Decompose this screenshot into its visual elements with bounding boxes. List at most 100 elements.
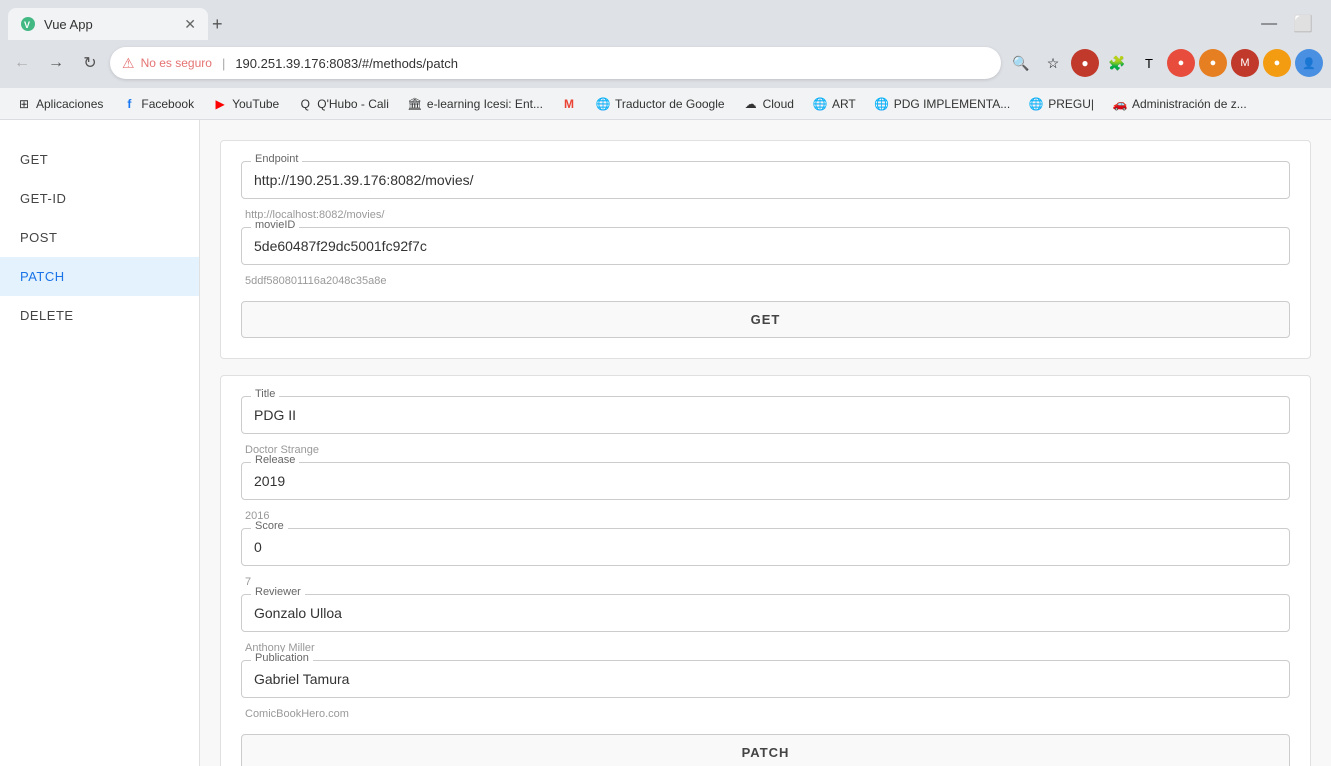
active-tab[interactable]: V Vue App ✕ — [8, 8, 208, 40]
title-label: Title — [251, 388, 279, 400]
bookmark-art-label: ART — [832, 97, 856, 111]
title-field-group: Title — [241, 396, 1290, 434]
release-label: Release — [251, 454, 299, 466]
search-icon[interactable]: 🔍 — [1007, 49, 1035, 77]
movie-fields-card: Title Doctor Strange Release 2016 Score … — [220, 375, 1311, 766]
app-body: GET GET-ID POST PATCH DELETE Endpoint ht… — [0, 120, 1331, 766]
extension-icon-3[interactable]: T — [1135, 49, 1163, 77]
profile-icon[interactable]: 👤 — [1295, 49, 1323, 77]
tab-bar: V Vue App ✕ + — ⬜ — [0, 0, 1331, 40]
bookmarks-bar: ⊞ Aplicaciones f Facebook ▶ YouTube Q Q'… — [0, 88, 1331, 120]
url-separator: | — [222, 56, 225, 71]
bookmark-facebook[interactable]: f Facebook — [113, 94, 202, 114]
bookmark-youtube[interactable]: ▶ YouTube — [204, 94, 287, 114]
bookmark-elearning-label: e-learning Icesi: Ent... — [427, 97, 543, 111]
extension-icon-5[interactable]: ● — [1199, 49, 1227, 77]
bookmark-pdg[interactable]: 🌐 PDG IMPLEMENTA... — [866, 94, 1018, 114]
forward-button[interactable]: → — [42, 49, 70, 77]
score-label: Score — [251, 520, 288, 532]
elearning-icon: 🏛 — [407, 96, 423, 112]
security-warning-icon: ⚠ — [122, 55, 135, 72]
cloud-icon: ☁ — [743, 96, 759, 112]
youtube-icon: ▶ — [212, 96, 228, 112]
reload-button[interactable]: ↻ — [76, 49, 104, 77]
facebook-icon: f — [121, 96, 137, 112]
art-icon: 🌐 — [812, 96, 828, 112]
endpoint-hint: http://localhost:8082/movies/ — [241, 207, 1290, 227]
maximize-button[interactable]: ⬜ — [1287, 12, 1319, 36]
endpoint-input[interactable] — [241, 161, 1290, 199]
score-input[interactable] — [241, 528, 1290, 566]
browser-toolbar-icons: 🔍 ☆ ● 🧩 T ● ● M ● 👤 — [1007, 49, 1323, 77]
endpoint-card: Endpoint http://localhost:8082/movies/ m… — [220, 140, 1311, 359]
reviewer-field-group: Reviewer — [241, 594, 1290, 632]
sidebar-item-get-id[interactable]: GET-ID — [0, 179, 199, 218]
admin-icon: 🚗 — [1112, 96, 1128, 112]
score-hint: 7 — [241, 574, 1290, 594]
get-button[interactable]: GET — [241, 301, 1290, 338]
traductor-icon: 🌐 — [595, 96, 611, 112]
publication-label: Publication — [251, 652, 313, 664]
url-text: 190.251.39.176:8083/#/methods/patch — [235, 56, 458, 71]
publication-input[interactable] — [241, 660, 1290, 698]
endpoint-label: Endpoint — [251, 153, 302, 165]
bookmark-youtube-label: YouTube — [232, 97, 279, 111]
bookmark-cloud[interactable]: ☁ Cloud — [735, 94, 802, 114]
publication-field-group: Publication — [241, 660, 1290, 698]
extension-icon-2[interactable]: 🧩 — [1103, 49, 1131, 77]
extension-icon-6[interactable]: M — [1231, 49, 1259, 77]
reviewer-label: Reviewer — [251, 586, 305, 598]
main-content: Endpoint http://localhost:8082/movies/ m… — [200, 120, 1331, 766]
bookmark-pregu-label: PREGU| — [1048, 97, 1094, 111]
title-input[interactable] — [241, 396, 1290, 434]
back-button[interactable]: ← — [8, 49, 36, 77]
extension-icon-1[interactable]: ● — [1071, 49, 1099, 77]
bookmark-cloud-label: Cloud — [763, 97, 794, 111]
gmail-icon: M — [561, 96, 577, 112]
endpoint-field-group: Endpoint — [241, 161, 1290, 199]
bookmark-pregu[interactable]: 🌐 PREGU| — [1020, 94, 1102, 114]
extension-icon-7[interactable]: ● — [1263, 49, 1291, 77]
bookmark-apps-label: Aplicaciones — [36, 97, 103, 111]
bookmark-apps[interactable]: ⊞ Aplicaciones — [8, 94, 111, 114]
tab-favicon: V — [20, 16, 36, 32]
reviewer-input[interactable] — [241, 594, 1290, 632]
score-field-group: Score — [241, 528, 1290, 566]
sidebar-item-get[interactable]: GET — [0, 140, 199, 179]
minimize-button[interactable]: — — [1255, 12, 1283, 36]
movie-id-input[interactable] — [241, 227, 1290, 265]
publication-hint: ComicBookHero.com — [241, 706, 1290, 726]
pregu-icon: 🌐 — [1028, 96, 1044, 112]
tab-title: Vue App — [44, 17, 176, 32]
window-controls: — ⬜ — [1255, 12, 1323, 36]
svg-text:V: V — [24, 20, 30, 30]
release-field-group: Release — [241, 462, 1290, 500]
bookmark-admin[interactable]: 🚗 Administración de z... — [1104, 94, 1255, 114]
bookmark-traductor[interactable]: 🌐 Traductor de Google — [587, 94, 733, 114]
bookmark-star-icon[interactable]: ☆ — [1039, 49, 1067, 77]
bookmark-qhubo[interactable]: Q Q'Hubo - Cali — [289, 94, 397, 114]
address-bar: ← → ↻ ⚠ No es seguro | 190.251.39.176:80… — [0, 40, 1331, 88]
sidebar: GET GET-ID POST PATCH DELETE — [0, 120, 200, 766]
bookmark-traductor-label: Traductor de Google — [615, 97, 725, 111]
url-field[interactable]: ⚠ No es seguro | 190.251.39.176:8083/#/m… — [110, 47, 1001, 79]
patch-button[interactable]: PATCH — [241, 734, 1290, 766]
sidebar-item-post[interactable]: POST — [0, 218, 199, 257]
bookmark-gmail[interactable]: M — [553, 94, 585, 114]
extension-icon-4[interactable]: ● — [1167, 49, 1195, 77]
bookmark-art[interactable]: 🌐 ART — [804, 94, 864, 114]
tab-close-button[interactable]: ✕ — [184, 16, 196, 33]
release-hint: 2016 — [241, 508, 1290, 528]
bookmark-facebook-label: Facebook — [141, 97, 194, 111]
bookmark-pdg-label: PDG IMPLEMENTA... — [894, 97, 1010, 111]
qhubo-icon: Q — [297, 96, 313, 112]
sidebar-item-patch[interactable]: PATCH — [0, 257, 199, 296]
security-text: No es seguro — [141, 56, 212, 70]
release-input[interactable] — [241, 462, 1290, 500]
bookmark-elearning[interactable]: 🏛 e-learning Icesi: Ent... — [399, 94, 551, 114]
new-tab-button[interactable]: + — [212, 14, 223, 35]
title-hint: Doctor Strange — [241, 442, 1290, 462]
movie-id-field-group: movieID — [241, 227, 1290, 265]
movie-id-hint: 5ddf580801116a2048c35a8e — [241, 273, 1290, 293]
sidebar-item-delete[interactable]: DELETE — [0, 296, 199, 335]
